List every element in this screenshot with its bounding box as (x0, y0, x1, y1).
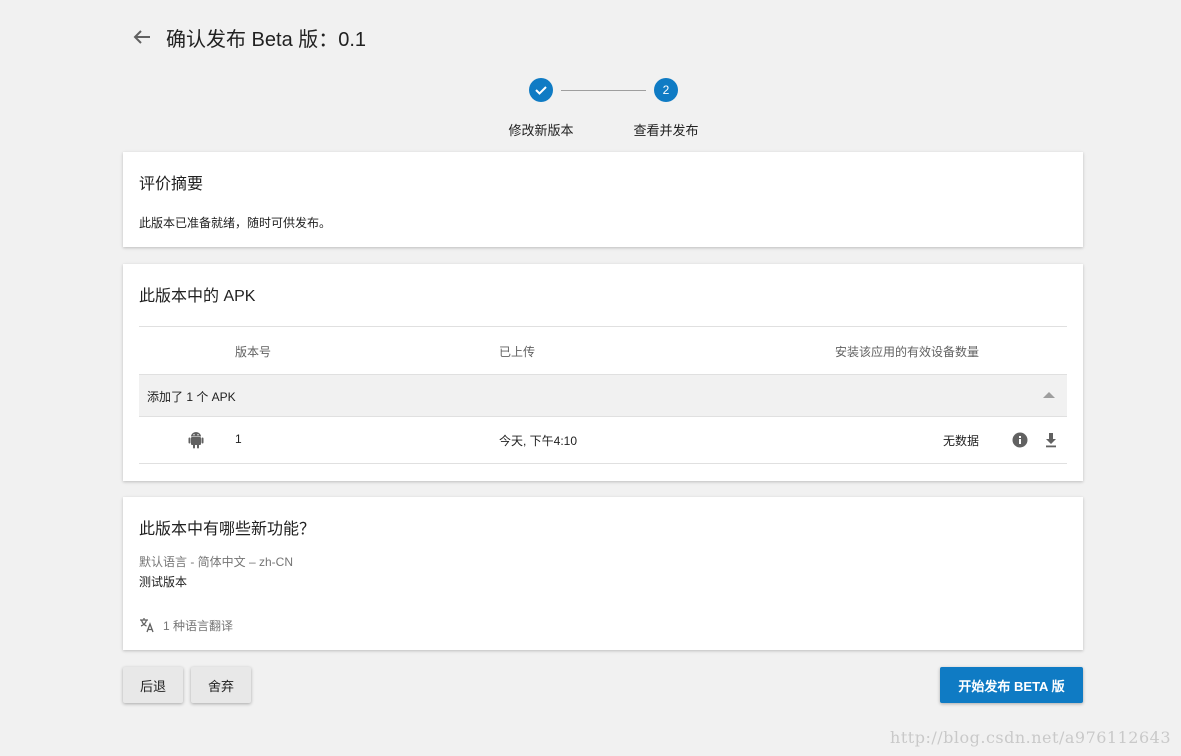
row-version: 1 (235, 432, 242, 446)
table-row: 1 今天, 下午4:10 无数据 (139, 417, 1067, 464)
info-icon[interactable] (1012, 432, 1028, 448)
step-2-current: 2 (654, 78, 678, 102)
collapse-caret-icon[interactable] (1043, 392, 1055, 398)
discard-button[interactable]: 舍弃 (191, 667, 251, 703)
start-beta-rollout-button[interactable]: 开始发布 BETA 版 (940, 667, 1083, 703)
summary-title: 评价摘要 (139, 176, 204, 193)
apk-card: 此版本中的 APK 版本号 已上传 安装该应用的有效设备数量 添加了 1 个 A… (123, 264, 1083, 481)
stepper: 2 修改新版本 查看并发布 (500, 77, 720, 138)
back-arrow-icon[interactable] (130, 25, 154, 49)
whats-new-card: 此版本中有哪些新功能？ 默认语言 - 简体中文 – zh-CN 测试版本 1 种… (123, 497, 1083, 650)
step-1-label: 修改新版本 (508, 123, 574, 138)
page-header: 确认发布 Beta 版：0.1 (130, 22, 366, 52)
check-icon (535, 86, 547, 95)
row-devices: 无数据 (942, 434, 979, 448)
back-button[interactable]: 后退 (123, 667, 183, 703)
table-header: 版本号 已上传 安装该应用的有效设备数量 (139, 326, 1067, 374)
group-label: 添加了 1 个 APK (147, 390, 236, 404)
step-connector (561, 90, 646, 91)
summary-message: 此版本已准备就绪，随时可供发布。 (139, 216, 332, 230)
default-language: 默认语言 - 简体中文 – zh-CN (139, 555, 294, 569)
step-2-label: 查看并发布 (633, 123, 699, 138)
release-notes: 测试版本 (139, 575, 188, 589)
translations-count[interactable]: 1 种语言翻译 (163, 617, 233, 634)
step-1-done (529, 78, 553, 102)
apk-title: 此版本中的 APK (139, 288, 256, 305)
col-devices: 安装该应用的有效设备数量 (834, 345, 979, 359)
watermark: http://blog.csdn.net/a976112643 (890, 728, 1171, 747)
apk-group-row[interactable]: 添加了 1 个 APK (139, 374, 1067, 417)
translate-icon (140, 618, 154, 633)
page-title: 确认发布 Beta 版：0.1 (166, 28, 367, 51)
features-title: 此版本中有哪些新功能？ (139, 521, 316, 538)
download-icon[interactable] (1044, 432, 1058, 448)
row-uploaded: 今天, 下午4:10 (499, 434, 578, 448)
apk-table: 版本号 已上传 安装该应用的有效设备数量 添加了 1 个 APK 1 今天, 下… (139, 326, 1067, 464)
col-version: 版本号 (235, 345, 272, 359)
review-summary-card: 评价摘要 此版本已准备就绪，随时可供发布。 (123, 152, 1083, 247)
android-icon (188, 432, 204, 449)
col-uploaded: 已上传 (499, 345, 536, 359)
